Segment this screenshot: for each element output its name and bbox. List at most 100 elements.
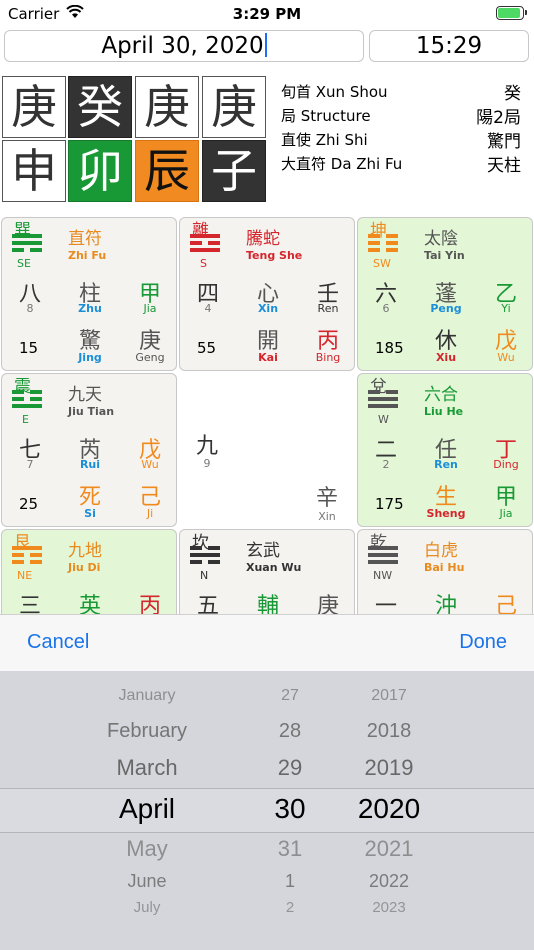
palace-cell[interactable]: 巽 SE 直符 Zhi Fu 八 8 柱 Zhu 甲 Jia 15 驚 Jing 庚 Geng [1,217,177,371]
picker-option[interactable]: 2017 [371,687,407,705]
trigram-icon [190,546,220,568]
picker-option[interactable]: March [116,755,177,781]
picker-option[interactable]: 27 [281,687,299,705]
deity-pinyin: Liu He [424,405,464,418]
palace-cell[interactable]: 離 S 騰蛇 Teng She 四 4 心 Xin 壬 Ren 55 開 Kai 丙 Bing [179,217,355,371]
trigram-icon [12,390,42,412]
ganzhi-branch-cell: 申 [2,140,66,202]
direction-label: NE [17,569,33,582]
center-number: 九 [195,434,218,459]
picker-option[interactable]: 2023 [372,899,405,916]
picker-option[interactable]: 28 [279,720,301,743]
picker-option[interactable]: 1 [285,871,295,892]
trigram-icon [368,546,398,568]
earth-stem-pinyin: Jia [499,507,513,520]
trigram-line [190,234,220,238]
palace-number-arabic: 6 [382,302,390,315]
center-stem: 辛 [315,486,338,511]
trigram-line [386,390,398,394]
deity-name: 玄武 [246,541,280,561]
door-pinyin: Xiu [435,351,457,364]
done-button[interactable]: Done [459,631,507,654]
time-field[interactable]: 15:29 [369,30,529,62]
picker-option[interactable]: 29 [278,755,302,781]
date-picker[interactable]: January February March April May June July 27 2… [0,671,534,950]
picker-option[interactable]: 2020 [358,793,420,825]
trigram-line [190,241,202,245]
picker-option[interactable]: 30 [274,793,305,825]
door-pinyin: Jing [78,351,102,364]
ganzhi-stem-cell: 癸 [68,76,132,138]
heaven-stem-pinyin: Ren [317,302,339,315]
palace-number-arabic: 7 [26,458,34,471]
earth-stem-pinyin: Bing [315,351,341,364]
picker-option[interactable]: 2022 [369,871,409,892]
star-pinyin: Zhu [78,302,102,315]
star-pinyin: Ren [434,458,458,471]
picker-option[interactable]: February [107,720,187,743]
deity-pinyin: Jiu Tian [68,405,115,418]
direction-label: E [22,413,29,426]
trigram-line [12,248,24,252]
battery-icon [496,6,527,20]
palace-number-arabic: 8 [26,302,34,315]
deity-pinyin: Bai Hu [424,561,465,574]
heaven-stem-pinyin: Jia [143,302,157,315]
picker-option[interactable]: April [119,793,175,825]
trigram-line [12,546,42,550]
earth-stem-pinyin: Ji [146,507,154,520]
info-row: 大直符 Da Zhi Fu 天柱 [281,151,521,176]
trigram-line [368,248,380,252]
door-pinyin: Si [84,507,96,520]
trigram-line [30,560,42,564]
picker-option[interactable]: 2018 [367,720,412,743]
door-pinyin: Sheng [426,507,466,520]
picker-toolbar: Cancel Done [0,614,534,671]
info-label: 大直符 Da Zhi Fu [281,155,403,173]
picker-option[interactable]: 2021 [365,836,414,862]
heaven-stem-pinyin: Wu [141,458,159,471]
deity-name: 直符 [68,229,102,249]
cancel-button[interactable]: Cancel [27,631,89,654]
direction-label: S [200,257,207,270]
picker-option[interactable]: 2019 [365,755,414,781]
palace-cell[interactable]: 震 E 九天 Jiu Tian 七 7 芮 Rui 戊 Wu 25 死 Si 己 Ji [1,373,177,527]
trigram-line [386,248,398,252]
picker-option[interactable]: 31 [278,836,302,862]
ganzhi-branch-cell: 辰 [135,140,199,202]
heaven-stem-pinyin: Yi [501,302,511,315]
picker-selection-band [0,788,534,833]
palace-cell[interactable]: 坤 SW 太陰 Tai Yin 六 6 蓬 Peng 乙 Yi 185 休 Xiu 戊 Wu [357,217,533,371]
palace-cell[interactable]: 兌 W 六合 Liu He 二 2 任 Ren 丁 Ding 175 生 Sheng 甲 Jia [357,373,533,527]
trigram-line [190,560,202,564]
trigram-icon [12,546,42,568]
info-label: 局 Structure [281,107,371,125]
deity-name: 太陰 [424,229,458,249]
picker-option[interactable]: January [119,687,176,705]
status-bar: Carrier 3:29 PM [0,0,534,28]
direction-label: SE [17,257,31,270]
palace-count: 185 [375,339,404,357]
palace-cell[interactable]: 九 9 辛 Xin [179,373,355,527]
palace-count: 55 [197,339,217,357]
date-field[interactable]: April 30, 2020 [4,30,364,62]
trigram-icon [368,390,398,412]
trigram-line [368,241,380,245]
heaven-stem-pinyin: Ding [493,458,519,471]
palace-number-arabic: 2 [382,458,390,471]
picker-option[interactable]: June [127,871,166,892]
earth-stem-pinyin: Geng [135,351,165,364]
trigram-line [30,553,42,557]
trigram-line [368,234,380,238]
deity-name: 六合 [424,385,458,405]
deity-pinyin: Jiu Di [68,561,101,574]
direction-label: W [378,413,389,426]
deity-pinyin: Xuan Wu [246,561,302,574]
center-number-arabic: 9 [203,457,211,470]
trigram-line [30,248,42,252]
picker-option[interactable]: July [134,899,161,916]
picker-option[interactable]: May [126,836,168,862]
picker-option[interactable]: 2 [286,899,294,916]
trigram-line [190,553,220,557]
trigram-line [208,241,220,245]
